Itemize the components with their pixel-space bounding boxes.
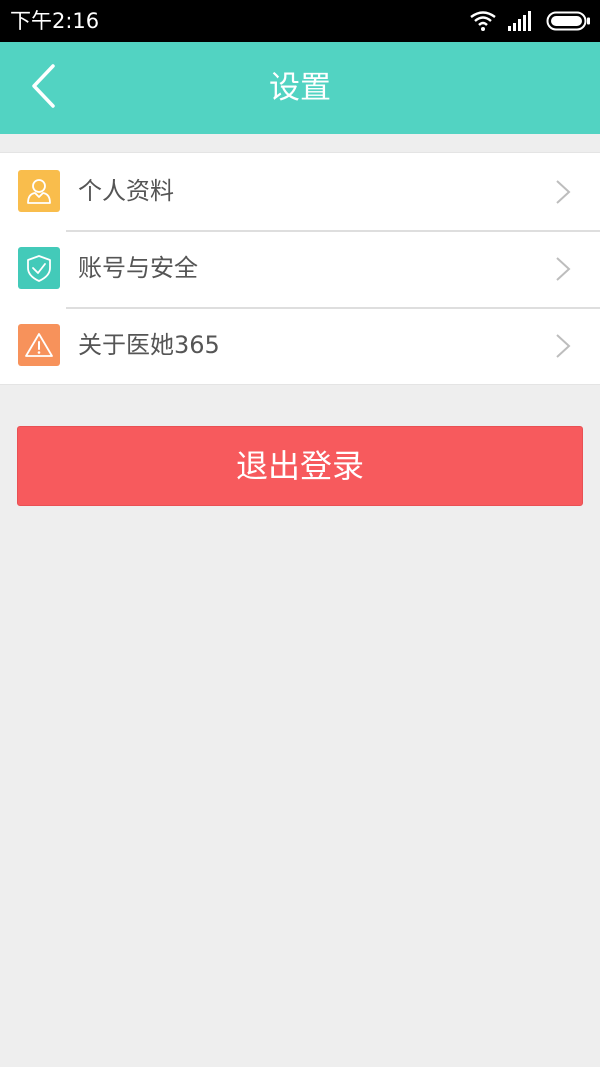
settings-list: 个人资料 账号与安全 关于医她365 bbox=[0, 152, 600, 385]
logout-button[interactable]: 退出登录 bbox=[17, 426, 583, 506]
signal-icon bbox=[508, 11, 534, 31]
settings-item-about[interactable]: 关于医她365 bbox=[0, 307, 600, 384]
user-profile-icon bbox=[18, 170, 60, 212]
settings-item-label: 个人资料 bbox=[78, 177, 174, 205]
chevron-right-icon bbox=[556, 257, 571, 281]
page-title: 设置 bbox=[269, 70, 331, 106]
shield-check-icon bbox=[18, 247, 60, 289]
battery-icon bbox=[546, 11, 592, 31]
settings-item-label: 关于医她365 bbox=[78, 331, 220, 359]
settings-item-account-security[interactable]: 账号与安全 bbox=[0, 230, 600, 307]
status-icons bbox=[470, 9, 592, 33]
chevron-right-icon bbox=[556, 334, 571, 358]
wifi-icon bbox=[470, 11, 496, 31]
chevron-right-icon bbox=[556, 180, 571, 204]
status-time: 下午2:16 bbox=[10, 9, 100, 33]
settings-item-label: 账号与安全 bbox=[78, 254, 198, 282]
settings-item-personal-info[interactable]: 个人资料 bbox=[0, 153, 600, 230]
warning-triangle-icon bbox=[18, 324, 60, 366]
status-bar: 下午2:16 bbox=[0, 0, 600, 42]
app-header: 设置 bbox=[0, 42, 600, 134]
